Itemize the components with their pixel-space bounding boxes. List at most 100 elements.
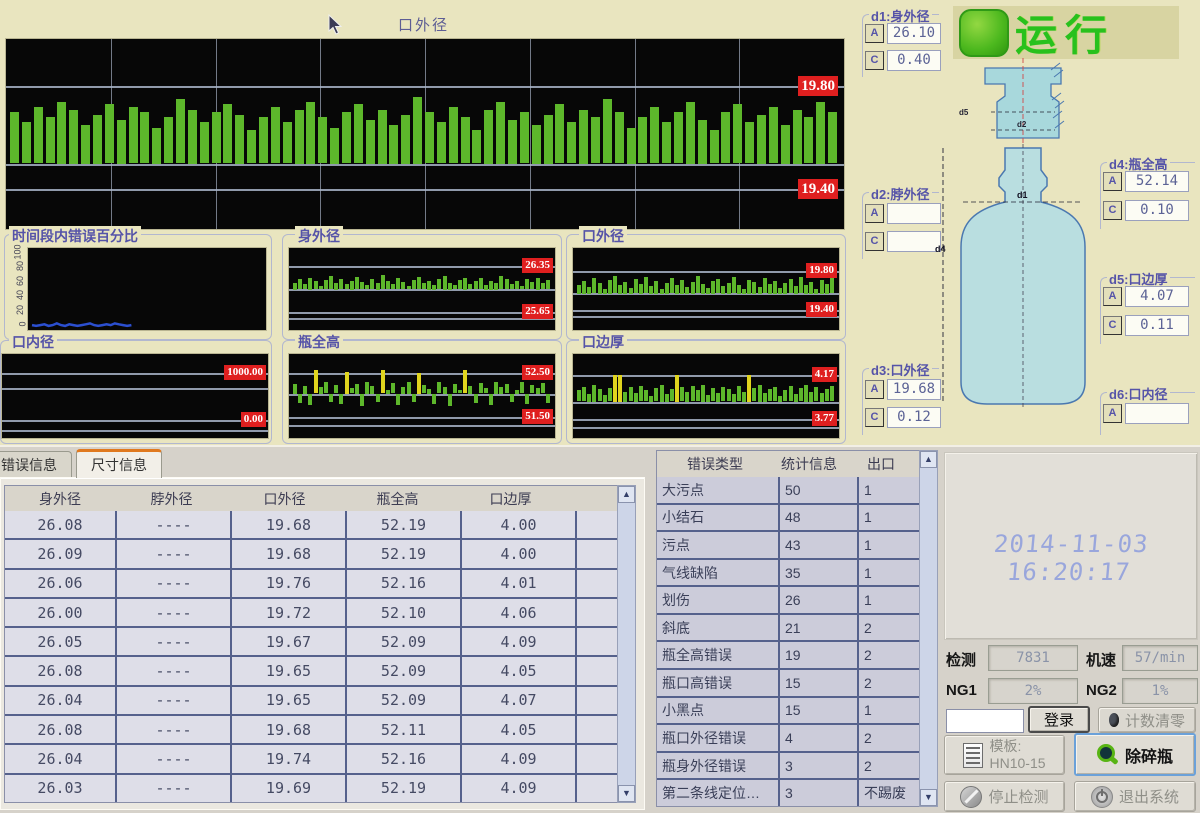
scroll-up-icon[interactable]: ▲ bbox=[618, 486, 635, 503]
error-table-body: 大污点501小结石481污点431气线缺陷351划伤261斜底212瓶全高错误1… bbox=[656, 477, 921, 807]
table-cell-filler bbox=[938, 477, 943, 503]
table-row[interactable]: 瓶身外径错误32 bbox=[657, 753, 920, 781]
bar bbox=[350, 281, 354, 290]
bar bbox=[152, 128, 161, 164]
table-row[interactable]: 26.08----19.6852.194.00 bbox=[5, 511, 618, 540]
table-row[interactable]: 瓶口高错误152 bbox=[657, 670, 920, 698]
bar bbox=[603, 99, 612, 163]
bar bbox=[437, 122, 446, 163]
table-cell: ---- bbox=[117, 716, 232, 743]
bar bbox=[334, 385, 338, 393]
bar bbox=[592, 385, 596, 402]
login-button-label: 登录 bbox=[1044, 709, 1074, 730]
bar bbox=[381, 275, 385, 289]
d5-a-value[interactable]: 4.07 bbox=[1125, 286, 1189, 307]
template-button[interactable]: 模板: HN10-15 bbox=[944, 735, 1065, 775]
table-row[interactable]: 污点431 bbox=[657, 532, 920, 560]
bar bbox=[22, 122, 31, 163]
table-cell: 19.65 bbox=[232, 657, 347, 684]
d5-c-value[interactable]: 0.11 bbox=[1125, 315, 1189, 336]
bar bbox=[247, 130, 256, 163]
table-row[interactable]: 26.08----19.6552.094.05 bbox=[5, 657, 618, 686]
bar bbox=[298, 394, 302, 403]
d4-c-value[interactable]: 0.10 bbox=[1125, 200, 1189, 221]
scroll-down-icon[interactable]: ▼ bbox=[920, 789, 937, 806]
hline bbox=[2, 430, 268, 432]
table-row[interactable]: 小黑点151 bbox=[657, 698, 920, 726]
stop-detect-button[interactable]: 停止检测 bbox=[944, 781, 1065, 812]
table-cell: 26.08 bbox=[5, 511, 117, 538]
bar bbox=[742, 392, 746, 402]
bar bbox=[685, 392, 689, 402]
d1-a-button[interactable]: A bbox=[865, 24, 884, 43]
redlabel: 3.77 bbox=[812, 411, 837, 426]
size-table-scrollbar[interactable]: ▲ ▼ bbox=[617, 485, 636, 803]
d4-a-value[interactable]: 52.14 bbox=[1125, 171, 1189, 192]
y-axis-tick: 60 bbox=[15, 276, 25, 286]
counter-reset-button[interactable]: 计数清零 bbox=[1098, 707, 1196, 733]
chart-title: 身外径 bbox=[295, 226, 343, 246]
bar bbox=[453, 384, 457, 393]
d1-a-value[interactable]: 26.10 bbox=[887, 23, 941, 44]
table-row[interactable]: 瓶口外径错误42 bbox=[657, 725, 920, 753]
login-button[interactable]: 登录 bbox=[1028, 706, 1090, 733]
bar bbox=[747, 375, 751, 402]
bar bbox=[603, 395, 607, 402]
exit-system-button[interactable]: 退出系统 bbox=[1074, 781, 1196, 812]
bar bbox=[644, 277, 648, 293]
table-row[interactable]: 大污点501 bbox=[657, 477, 920, 505]
bar bbox=[324, 382, 328, 393]
d6-a-value[interactable] bbox=[1125, 403, 1189, 424]
table-row[interactable]: 26.05----19.6752.094.09 bbox=[5, 628, 618, 657]
bar bbox=[758, 385, 762, 402]
table-row[interactable]: 划伤261 bbox=[657, 587, 920, 615]
table-row[interactable]: 气线缺陷351 bbox=[657, 560, 920, 588]
table-cell: 19.67 bbox=[232, 628, 347, 655]
bar bbox=[737, 285, 741, 294]
login-input[interactable] bbox=[946, 709, 1024, 733]
d3-c-button[interactable]: C bbox=[865, 408, 884, 427]
table-cell: 52.10 bbox=[347, 599, 462, 626]
bar bbox=[176, 99, 185, 163]
error-table-scrollbar[interactable]: ▲ ▼ bbox=[919, 450, 938, 807]
hline bbox=[6, 164, 844, 166]
col-header: 脖外径 bbox=[115, 486, 228, 512]
bar bbox=[582, 387, 586, 401]
table-row[interactable]: 26.03----19.6952.194.09 bbox=[5, 775, 618, 802]
panel-d4: d4:瓶全高 A52.14 C0.10 bbox=[1100, 162, 1195, 229]
table-row[interactable]: 26.08----19.6852.114.05 bbox=[5, 716, 618, 745]
bar bbox=[650, 107, 659, 163]
table-row[interactable]: 26.09----19.6852.194.00 bbox=[5, 540, 618, 569]
bar bbox=[716, 393, 720, 402]
bar bbox=[365, 285, 369, 289]
bar bbox=[396, 394, 400, 405]
table-row[interactable]: 26.04----19.6552.094.07 bbox=[5, 687, 618, 716]
d1-c-button[interactable]: C bbox=[865, 51, 884, 70]
bar bbox=[520, 286, 524, 289]
table-row[interactable]: 26.00----19.7252.104.06 bbox=[5, 599, 618, 628]
bar bbox=[804, 117, 813, 163]
table-cell: 4.07 bbox=[462, 687, 577, 714]
d2-a-button[interactable]: A bbox=[865, 204, 884, 223]
scroll-down-icon[interactable]: ▼ bbox=[618, 785, 635, 802]
table-row[interactable]: 26.04----19.7452.164.09 bbox=[5, 745, 618, 774]
d3-a-button[interactable]: A bbox=[865, 380, 884, 399]
d2-c-button[interactable]: C bbox=[865, 232, 884, 251]
table-row[interactable]: 26.06----19.7652.164.01 bbox=[5, 570, 618, 599]
remove-broken-bottle-button[interactable]: 除碎瓶 bbox=[1074, 733, 1196, 776]
table-row[interactable]: 瓶全高错误192 bbox=[657, 642, 920, 670]
redlabel: 4.17 bbox=[812, 367, 837, 382]
error-table: 错误类型 统计信息 出口 大污点501小结石481污点431气线缺陷351划伤2… bbox=[656, 450, 938, 807]
table-row[interactable]: 小结石481 bbox=[657, 505, 920, 533]
tab-size-info[interactable]: 尺寸信息 bbox=[76, 449, 162, 478]
bar bbox=[541, 383, 545, 393]
tab-error-info[interactable]: 错误信息 bbox=[0, 451, 72, 478]
bar bbox=[799, 388, 803, 401]
table-row[interactable]: 斜底212 bbox=[657, 615, 920, 643]
scroll-up-icon[interactable]: ▲ bbox=[920, 451, 937, 468]
bar bbox=[544, 115, 553, 164]
table-row[interactable]: 第二条线定位…3不踢废 bbox=[657, 780, 920, 806]
bar bbox=[830, 278, 834, 293]
vline bbox=[530, 39, 531, 229]
bar bbox=[34, 107, 43, 163]
